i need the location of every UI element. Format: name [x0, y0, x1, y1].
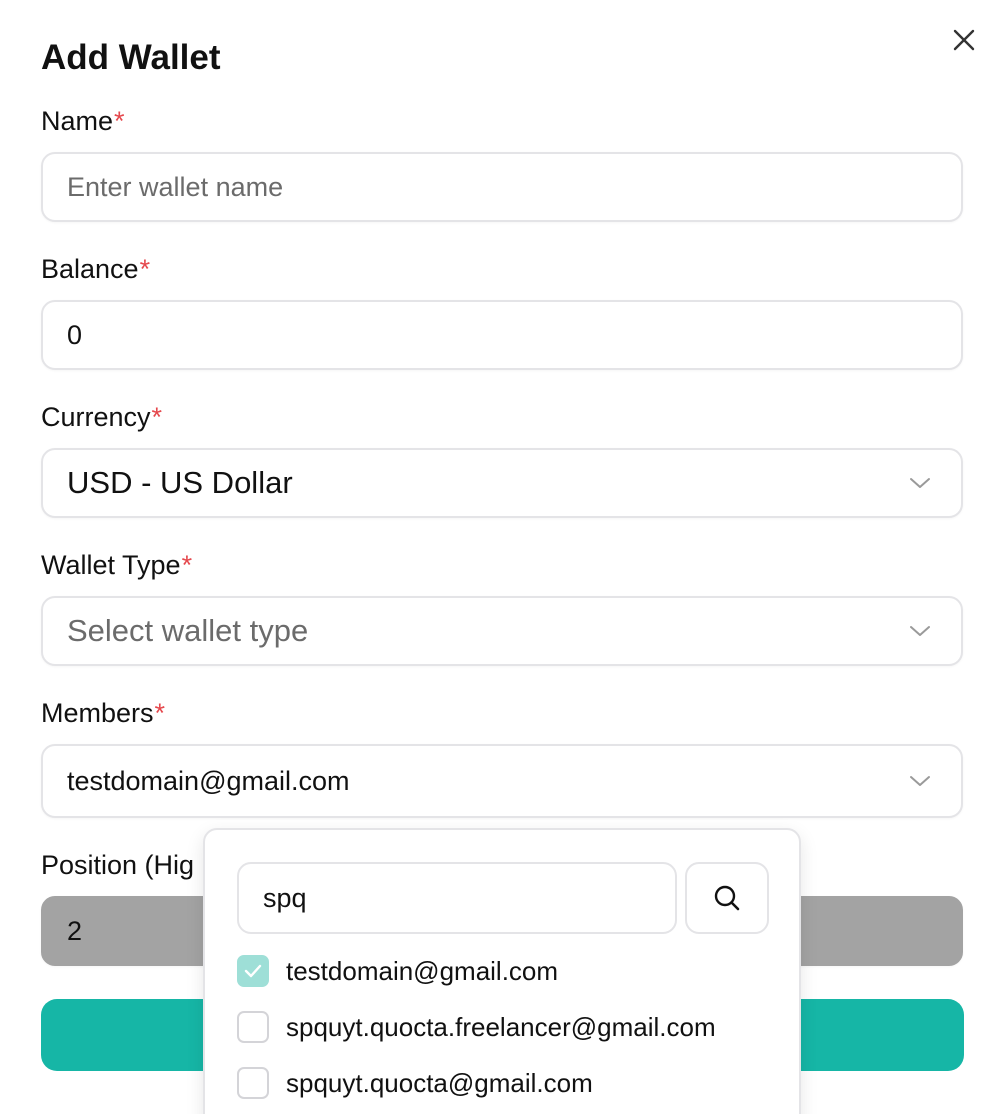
members-label: Members*	[41, 696, 165, 730]
balance-input-value: 0	[67, 320, 83, 350]
member-search-button[interactable]	[685, 862, 769, 934]
add-wallet-dialog: Add Wallet Name* Enter wallet name Balan…	[0, 0, 1006, 1114]
wallet-type-label: Wallet Type*	[41, 548, 192, 582]
balance-label-text: Balance	[41, 254, 139, 284]
name-label-text: Name	[41, 106, 114, 136]
member-option[interactable]: testdomain@gmail.com	[237, 951, 558, 991]
wallet-type-label-text: Wallet Type	[41, 550, 181, 580]
member-search-input[interactable]: spq	[237, 862, 677, 934]
required-mark: *	[114, 106, 125, 136]
currency-select[interactable]: USD - US Dollar	[41, 448, 963, 518]
member-search-value: spq	[263, 883, 307, 913]
required-mark: *	[181, 550, 193, 580]
position-input-value: 2	[67, 916, 83, 946]
name-input[interactable]: Enter wallet name	[41, 152, 963, 222]
members-select[interactable]: testdomain@gmail.com	[41, 744, 963, 818]
member-checkbox[interactable]	[237, 1067, 269, 1099]
required-mark: *	[151, 402, 163, 432]
close-icon	[953, 29, 975, 51]
check-icon	[244, 964, 262, 978]
members-select-value: testdomain@gmail.com	[67, 766, 350, 796]
member-option[interactable]: spquyt.quocta@gmail.com	[237, 1063, 593, 1103]
name-label: Name*	[41, 104, 125, 138]
member-option-label: spquyt.quocta@gmail.com	[286, 1067, 593, 1098]
dialog-title: Add Wallet	[41, 38, 221, 77]
wallet-type-placeholder: Select wallet type	[67, 613, 309, 648]
member-checkbox-checked[interactable]	[237, 955, 269, 987]
currency-select-value: USD - US Dollar	[67, 465, 293, 500]
required-mark: *	[139, 254, 151, 284]
wallet-type-select[interactable]: Select wallet type	[41, 596, 963, 666]
balance-label: Balance*	[41, 252, 150, 286]
member-checkbox[interactable]	[237, 1011, 269, 1043]
position-label: Position (Hig	[41, 848, 194, 882]
chevron-down-icon	[910, 478, 930, 488]
members-dropdown: spq testdomain@gmail.com spquyt.quocta.f…	[203, 828, 801, 1114]
member-option[interactable]: spquyt.quocta.freelancer@gmail.com	[237, 1007, 716, 1047]
position-label-text: Position (Hig	[41, 850, 195, 880]
chevron-down-icon	[910, 626, 930, 636]
close-button[interactable]	[946, 22, 982, 58]
balance-input[interactable]: 0	[41, 300, 963, 370]
chevron-down-icon	[910, 776, 930, 786]
required-mark: *	[154, 698, 166, 728]
currency-label: Currency*	[41, 400, 162, 434]
currency-label-text: Currency	[41, 402, 151, 432]
members-label-text: Members	[41, 698, 154, 728]
member-option-label: spquyt.quocta.freelancer@gmail.com	[286, 1011, 716, 1042]
member-option-label: testdomain@gmail.com	[286, 955, 559, 986]
search-icon	[714, 885, 740, 911]
name-input-placeholder: Enter wallet name	[67, 172, 284, 202]
